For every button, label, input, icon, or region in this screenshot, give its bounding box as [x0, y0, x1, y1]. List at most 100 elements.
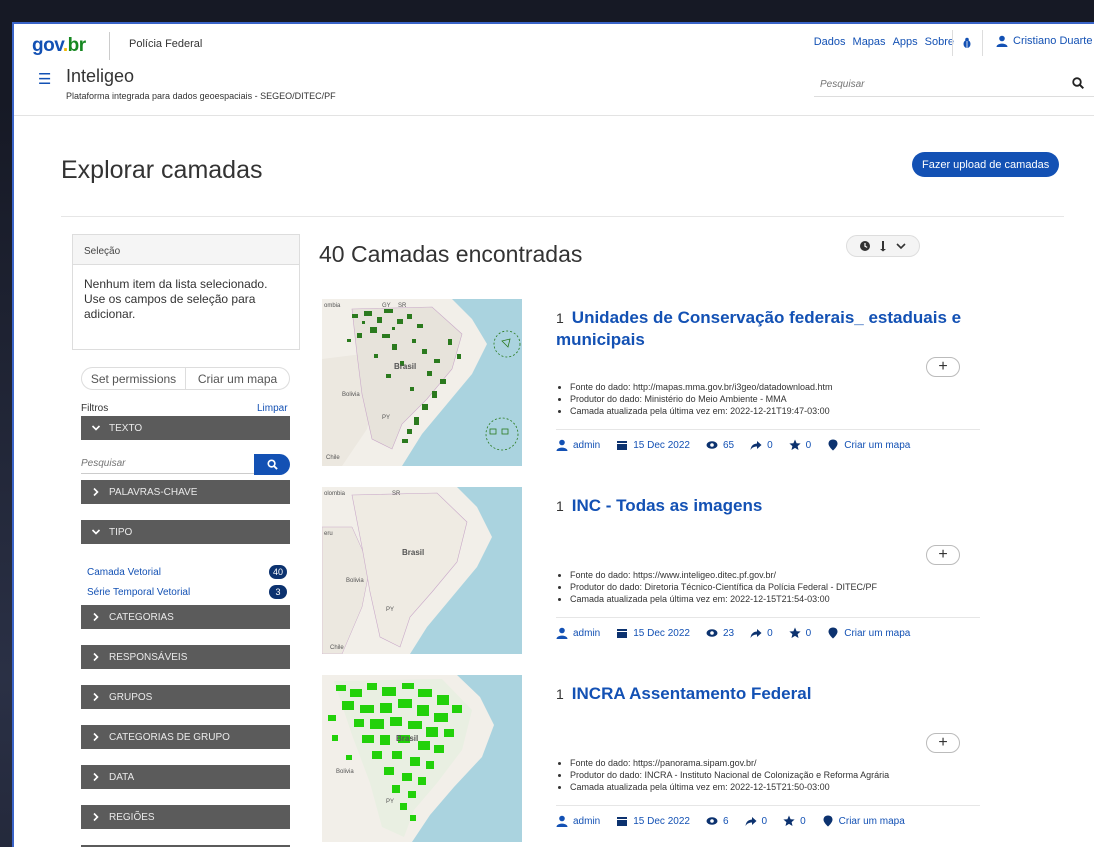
- facet-responsaveis[interactable]: RESPONSÁVEIS: [81, 645, 290, 669]
- add-to-selection-button[interactable]: +: [926, 545, 960, 565]
- chevron-down-icon: [896, 243, 906, 250]
- org-name: Polícia Federal: [129, 38, 203, 50]
- map-pin-icon: [823, 815, 833, 827]
- sidebar-search: [81, 454, 256, 474]
- result-title-link[interactable]: 1 INCRA Assentamento Federal: [556, 683, 976, 705]
- layer-thumbnail[interactable]: ombia GY SR Brasil Bolivia PY Chile: [322, 299, 522, 466]
- add-to-selection-button[interactable]: +: [926, 357, 960, 377]
- map-label-chile: Chile: [326, 455, 340, 461]
- search-icon: [266, 459, 278, 470]
- nav-link-sobre[interactable]: Sobre: [925, 36, 954, 48]
- clock-icon: [860, 241, 870, 251]
- facet-grupos[interactable]: GRUPOS: [81, 685, 290, 709]
- sidebar-search-button[interactable]: [254, 454, 290, 475]
- facet-categorias-grupo[interactable]: CATEGORIAS DE GRUPO: [81, 725, 290, 749]
- result-owner[interactable]: admin: [573, 816, 600, 827]
- eye-icon: [706, 817, 718, 825]
- meta-updated: Camada atualizada pela última vez em: 20…: [570, 593, 980, 605]
- bug-icon[interactable]: [961, 37, 973, 49]
- result-footer: admin 15 Dec 2022 6 0 0 Criar um mapa: [556, 815, 905, 827]
- chevron-right-icon: [93, 652, 99, 662]
- meta-source: Fonte do dado: http://mapas.mma.gov.br/i…: [570, 381, 980, 393]
- result-item: ombia GY SR Brasil Bolivia PY Chile 1 Uni…: [322, 299, 980, 479]
- set-permissions-button[interactable]: Set permissions: [82, 372, 185, 386]
- facet-data[interactable]: DATA: [81, 765, 290, 789]
- calendar-icon: [617, 629, 628, 638]
- facet-palavras-label: PALAVRAS-CHAVE: [109, 486, 198, 498]
- hamburger-icon[interactable]: ☰: [38, 70, 51, 88]
- result-stars: 0: [805, 627, 812, 639]
- calendar-icon: [617, 817, 628, 826]
- search-icon[interactable]: [1072, 77, 1084, 89]
- facet-responsaveis-label: RESPONSÁVEIS: [109, 651, 188, 663]
- result-views: 6: [722, 815, 729, 827]
- result-footer: admin 15 Dec 2022 23 0 0 Criar um mapa: [556, 627, 910, 639]
- clear-filters-link[interactable]: Limpar: [257, 403, 288, 414]
- eye-icon: [706, 629, 718, 637]
- result-create-map-link[interactable]: Criar um mapa: [844, 440, 910, 451]
- star-icon: [783, 815, 795, 826]
- star-icon: [789, 439, 801, 450]
- map-thumbnail-svg: olombia SR eru Brasil Bolivia PY Chile: [322, 487, 522, 654]
- result-index: 1: [556, 686, 564, 702]
- filters-label: Filtros: [81, 403, 109, 414]
- facet-categorias[interactable]: CATEGORIAS: [81, 605, 290, 629]
- sidebar-search-input[interactable]: [81, 458, 251, 469]
- meta-updated: Camada atualizada pela última vez em: 20…: [570, 781, 980, 793]
- add-to-selection-button[interactable]: +: [926, 733, 960, 753]
- map-thumbnail-svg: ombia GY SR Brasil Bolivia PY Chile: [322, 299, 522, 466]
- result-date: 15 Dec 2022: [633, 627, 690, 639]
- facet-tipo[interactable]: TIPO: [81, 520, 290, 544]
- logo-gov: gov: [32, 35, 63, 56]
- user-icon: [556, 439, 568, 451]
- result-create-map-link[interactable]: Criar um mapa: [844, 628, 910, 639]
- facet-texto[interactable]: TEXTO: [81, 416, 290, 440]
- create-map-button[interactable]: Criar um mapa: [186, 372, 289, 386]
- result-views: 23: [722, 627, 735, 639]
- facet-palavras-chave[interactable]: PALAVRAS-CHAVE: [81, 480, 290, 504]
- map-pin-icon: [828, 627, 838, 639]
- star-icon: [789, 627, 801, 638]
- nav-link-dados[interactable]: Dados: [814, 36, 846, 48]
- type-serie-temporal[interactable]: Série Temporal Vetorial 3: [87, 585, 287, 599]
- share-icon: [750, 629, 762, 638]
- result-owner[interactable]: admin: [573, 440, 600, 451]
- map-label-bolivia: Bolivia: [336, 769, 354, 775]
- nav-divider-2: [982, 30, 983, 56]
- app-title: Inteligeo: [66, 66, 135, 86]
- plus-icon: +: [938, 358, 948, 375]
- page-title: Explorar camadas: [61, 156, 263, 184]
- nav-link-apps[interactable]: Apps: [893, 36, 918, 48]
- type-camada-vetorial[interactable]: Camada Vetorial 40: [87, 565, 287, 579]
- user-menu[interactable]: Cristiano Duarte: [996, 35, 1092, 47]
- upload-layers-button[interactable]: Fazer upload de camadas: [912, 152, 1060, 177]
- result-divider: [556, 429, 980, 430]
- layer-thumbnail[interactable]: olombia SR eru Brasil Bolivia PY Chile: [322, 487, 522, 654]
- meta-updated: Camada atualizada pela última vez em: 20…: [570, 405, 980, 417]
- map-label-sr: SR: [392, 491, 401, 497]
- result-title-link[interactable]: 1 INC - Todas as imagens: [556, 495, 976, 517]
- result-title: INC - Todas as imagens: [571, 496, 763, 515]
- type-label: Série Temporal Vetorial: [87, 587, 191, 598]
- layer-thumbnail[interactable]: Brasil Bolivia PY: [322, 675, 522, 842]
- result-create-map-link[interactable]: Criar um mapa: [839, 816, 905, 827]
- result-date: 15 Dec 2022: [633, 439, 690, 451]
- facet-tipo-label: TIPO: [109, 526, 133, 538]
- result-title-link[interactable]: 1 Unidades de Conservação federais_ estad…: [556, 307, 976, 350]
- nav-link-mapas[interactable]: Mapas: [853, 36, 886, 48]
- sort-control[interactable]: [846, 235, 920, 257]
- govbr-logo[interactable]: gov.br: [32, 35, 86, 57]
- sort-icon: [880, 241, 886, 252]
- facet-data-label: DATA: [109, 771, 135, 783]
- header-search-input[interactable]: [814, 79, 1054, 90]
- logo-br: br: [67, 35, 87, 56]
- result-owner[interactable]: admin: [573, 628, 600, 639]
- facet-regioes[interactable]: REGIÕES: [81, 805, 290, 829]
- user-name: Cristiano Duarte: [1013, 35, 1093, 47]
- user-icon: [556, 627, 568, 639]
- user-icon: [556, 815, 568, 827]
- map-label-gy: GY: [382, 303, 391, 309]
- selection-text: Nenhum item da lista selecionado. Use os…: [84, 277, 268, 321]
- map-label-brasil: Brasil: [396, 734, 418, 743]
- map-label-bolivia: Bolivia: [342, 392, 360, 398]
